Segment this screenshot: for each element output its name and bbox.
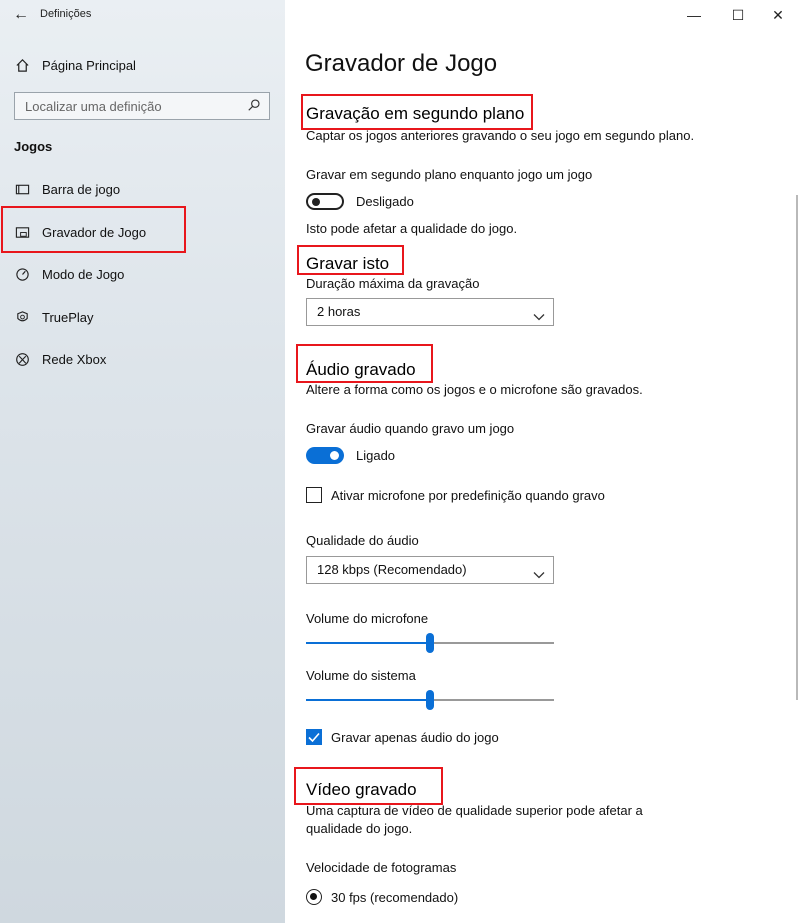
highlight-box: [1, 206, 186, 253]
game-audio-only-label[interactable]: Gravar apenas áudio do jogo: [331, 730, 499, 745]
toggle-knob: [312, 198, 320, 206]
sidebar-item-game-bar[interactable]: Barra de jogo: [14, 178, 120, 200]
game-audio-only-checkbox[interactable]: [306, 729, 322, 745]
highlight-box: [296, 344, 433, 383]
sidebar-item-label: Barra de jogo: [42, 181, 121, 197]
trueplay-icon: [14, 309, 30, 325]
audio-quality-label: Qualidade do áudio: [306, 533, 419, 548]
minimize-button[interactable]: —: [684, 6, 704, 24]
slider-thumb[interactable]: [426, 633, 434, 653]
max-duration-select[interactable]: 2 horas: [306, 298, 554, 326]
recorded-audio-description: Altere a forma como os jogos e o microfo…: [306, 382, 643, 397]
highlight-box: [301, 94, 533, 130]
section-title: Jogos: [14, 139, 53, 154]
game-mode-icon: [14, 266, 30, 282]
radio-dot: [310, 893, 317, 900]
audio-toggle-label: Gravar áudio quando gravo um jogo: [306, 421, 515, 436]
game-bar-icon: [14, 181, 30, 197]
mic-volume-label: Volume do microfone: [306, 611, 429, 626]
highlight-box: [294, 767, 443, 805]
home-icon: [14, 57, 30, 73]
background-toggle-state: Desligado: [356, 194, 414, 209]
background-recording-description: Captar os jogos anteriores gravando o se…: [306, 128, 695, 143]
checkmark-icon: [308, 732, 320, 743]
app-title: Definições: [40, 8, 92, 20]
sidebar-item-label: TruePlay: [42, 309, 94, 325]
max-duration-label: Duração máxima da gravação: [306, 276, 480, 291]
chevron-down-icon: [533, 306, 545, 321]
audio-toggle-state: Ligado: [356, 448, 396, 463]
sidebar-item-trueplay[interactable]: TruePlay: [14, 306, 94, 328]
recorded-video-description-2: qualidade do jogo.: [306, 821, 413, 836]
mic-volume-slider[interactable]: [306, 633, 554, 653]
maximize-button[interactable]: ☐: [728, 6, 748, 24]
slider-track-empty: [434, 642, 554, 644]
chevron-down-icon: [533, 564, 545, 579]
sidebar-item-game-mode[interactable]: Modo de Jogo: [14, 263, 124, 285]
slider-track-filled: [306, 699, 426, 701]
xbox-icon: [14, 351, 30, 367]
slider-thumb[interactable]: [426, 690, 434, 710]
slider-track-empty: [434, 699, 554, 701]
sidebar-home-label: Página Principal: [42, 57, 136, 73]
framerate-30fps-label[interactable]: 30 fps (recomendado): [331, 890, 458, 905]
search-box[interactable]: [14, 92, 270, 120]
back-button[interactable]: ←: [12, 6, 30, 24]
framerate-30fps-radio[interactable]: [306, 889, 322, 905]
system-volume-slider[interactable]: [306, 690, 554, 710]
background-toggle-label: Gravar em segundo plano enquanto jogo um…: [306, 167, 593, 182]
record-audio-toggle[interactable]: [306, 447, 344, 464]
system-volume-label: Volume do sistema: [306, 668, 416, 683]
audio-quality-value: 128 kbps (Recomendado): [317, 562, 467, 577]
background-recording-toggle[interactable]: [306, 193, 344, 210]
mic-default-label[interactable]: Ativar microfone por predefinição quando…: [331, 488, 605, 503]
search-input[interactable]: [15, 93, 250, 119]
mic-default-checkbox[interactable]: [306, 487, 322, 503]
close-button[interactable]: ✕: [768, 6, 788, 24]
audio-quality-select[interactable]: 128 kbps (Recomendado): [306, 556, 554, 584]
page-title: Gravador de Jogo: [305, 50, 498, 77]
toggle-knob: [330, 451, 339, 460]
recorded-video-description-1: Uma captura de vídeo de qualidade superi…: [306, 803, 643, 818]
slider-track-filled: [306, 642, 426, 644]
sidebar-home[interactable]: Página Principal: [14, 54, 136, 76]
sidebar-item-label: Rede Xbox: [42, 351, 107, 367]
highlight-box: [297, 245, 404, 275]
title-bar: ← Definições: [0, 0, 285, 30]
scrollbar[interactable]: [796, 195, 798, 700]
sidebar-item-xbox-network[interactable]: Rede Xbox: [14, 348, 106, 370]
max-duration-value: 2 horas: [317, 304, 361, 319]
sidebar: ← Definições Página Principal Jogos Barr…: [0, 0, 285, 923]
sidebar-item-label: Modo de Jogo: [42, 266, 125, 282]
search-icon[interactable]: [247, 98, 263, 114]
framerate-label: Velocidade de fotogramas: [306, 860, 457, 875]
background-recording-note: Isto pode afetar a qualidade do jogo.: [306, 221, 518, 236]
